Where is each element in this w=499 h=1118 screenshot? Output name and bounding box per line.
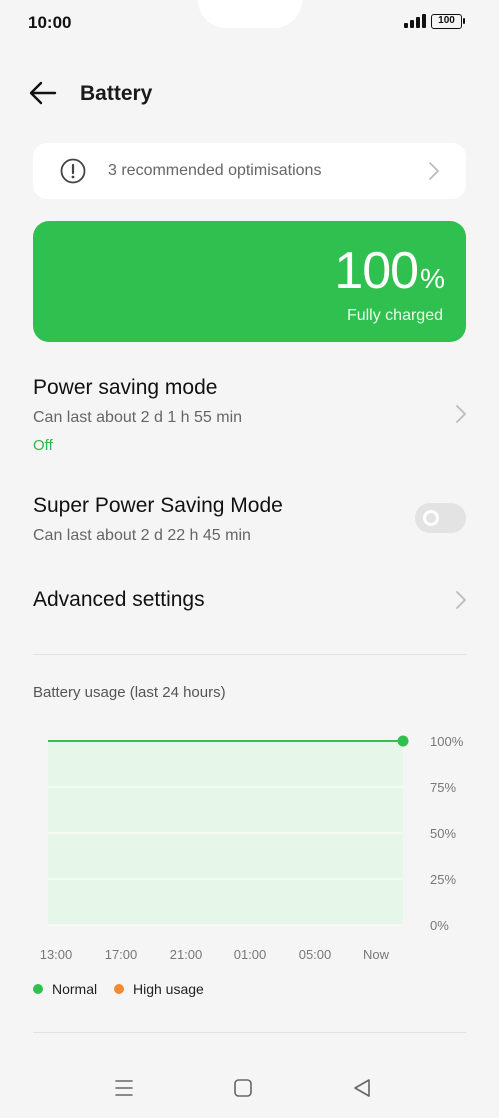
status-time: 10:00 [28,13,72,32]
y-tick-label: 75% [430,780,456,795]
advanced-settings-title: Advanced settings [33,588,205,611]
signal-icon [404,14,426,28]
square-home-icon[interactable] [231,1076,255,1100]
toggle-knob [423,510,439,526]
battery-usage-chart: 100% 75% 50% 25% 0% 13:00 17:00 21:00 01:00 05:00… [40,734,464,962]
legend-dot-normal [33,984,43,995]
x-tick-label: 21:00 [170,947,203,962]
y-tick-label: 50% [430,826,456,841]
page-title: Battery [80,82,153,105]
exclamation-circle-icon [60,158,86,184]
super-power-saving-subtitle: Can last about 2 d 22 h 45 min [33,527,251,544]
chevron-right-icon [456,405,466,423]
x-tick-label: 17:00 [105,947,138,962]
chevron-right-icon [429,162,439,180]
power-saving-status: Off [33,437,53,454]
x-tick-label: 13:00 [40,947,73,962]
triangle-back-icon[interactable] [350,1076,374,1100]
chevron-right-icon [456,591,466,609]
section-divider-bottom [33,1032,466,1033]
battery-usage-title: Battery usage (last 24 hours) [33,684,226,701]
navigation-bar [0,1060,499,1116]
app-header: Battery [0,72,499,116]
y-tick-label: 25% [430,872,456,887]
legend-item-high-usage: High usage [114,981,204,997]
x-tick-label: 05:00 [299,947,332,962]
legend-item-normal: Normal [33,981,97,997]
x-tick-label: Now [363,947,390,962]
camera-notch [198,0,302,28]
legend-dot-high-usage [114,984,124,995]
recommendations-text: 3 recommended optimisations [108,162,322,179]
power-saving-subtitle: Can last about 2 d 1 h 55 min [33,409,243,426]
battery-icon: 100 [431,14,465,29]
x-tick-label: 01:00 [234,947,267,962]
section-divider [33,654,466,655]
menu-icon[interactable] [112,1076,136,1100]
y-tick-label: 0% [430,918,449,933]
arrow-left-icon[interactable] [28,80,58,106]
power-saving-title: Power saving mode [33,376,218,399]
y-tick-label: 100% [430,734,464,749]
battery-level-card: 100% Fully charged [33,221,466,342]
power-saving-mode-row[interactable]: Power saving mode Can last about 2 d 1 h… [0,370,499,462]
advanced-settings-row[interactable]: Advanced settings [0,582,499,622]
super-power-saving-toggle[interactable] [415,503,466,533]
usage-end-point [397,735,409,747]
status-bar: 10:00 100 [0,0,499,46]
battery-percent: 100% [334,242,445,300]
super-power-saving-title: Super Power Saving Mode [33,494,283,517]
recommendations-card[interactable]: 3 recommended optimisations [33,143,466,199]
charge-status: Fully charged [346,307,443,324]
